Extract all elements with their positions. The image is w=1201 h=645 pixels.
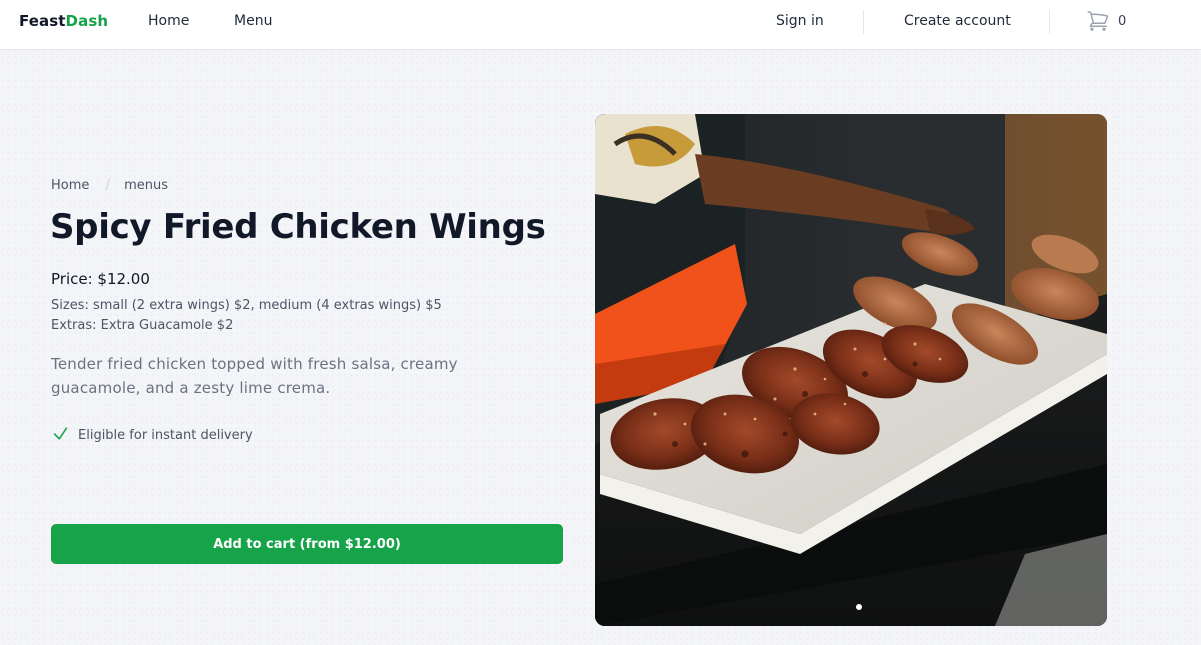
- nav-divider: [863, 10, 864, 34]
- cart-count: 0: [1118, 13, 1127, 29]
- carousel-dot[interactable]: [856, 604, 862, 610]
- breadcrumb-home[interactable]: Home: [51, 178, 89, 193]
- top-navbar: FeastDash Home Menu Sign in Create accou…: [0, 0, 1201, 50]
- product-price: Price: $12.00: [51, 270, 150, 288]
- create-account-link[interactable]: Create account: [904, 13, 1011, 29]
- breadcrumb: Home / menus: [51, 177, 168, 193]
- brand-name-part2: Dash: [65, 12, 109, 30]
- product-options: Sizes: small (2 extra wings) $2, medium …: [51, 296, 442, 336]
- breadcrumb-menus[interactable]: menus: [124, 178, 168, 193]
- cart-button[interactable]: 0: [1086, 9, 1126, 37]
- product-photo: [595, 114, 1107, 626]
- delivery-eligibility: Eligible for instant delivery: [51, 424, 253, 447]
- sign-in-link[interactable]: Sign in: [776, 13, 824, 29]
- cart-icon: [1086, 9, 1110, 37]
- check-icon: [51, 424, 78, 447]
- nav-divider: [1049, 10, 1050, 34]
- add-to-cart-button[interactable]: Add to cart (from $12.00): [51, 524, 563, 564]
- product-extras: Extras: Extra Guacamole $2: [51, 318, 234, 333]
- breadcrumb-separator: /: [105, 177, 111, 193]
- product-description: Tender fried chicken topped with fresh s…: [51, 355, 458, 397]
- brand-name-part1: Feast: [19, 12, 66, 30]
- product-sizes: Sizes: small (2 extra wings) $2, medium …: [51, 298, 442, 313]
- product-title: Spicy Fried Chicken Wings: [50, 207, 546, 247]
- product-image: [595, 114, 1107, 626]
- brand-logo[interactable]: FeastDash: [19, 12, 108, 30]
- nav-link-home[interactable]: Home: [148, 13, 189, 29]
- delivery-label: Eligible for instant delivery: [78, 428, 253, 443]
- nav-link-menu[interactable]: Menu: [234, 13, 272, 29]
